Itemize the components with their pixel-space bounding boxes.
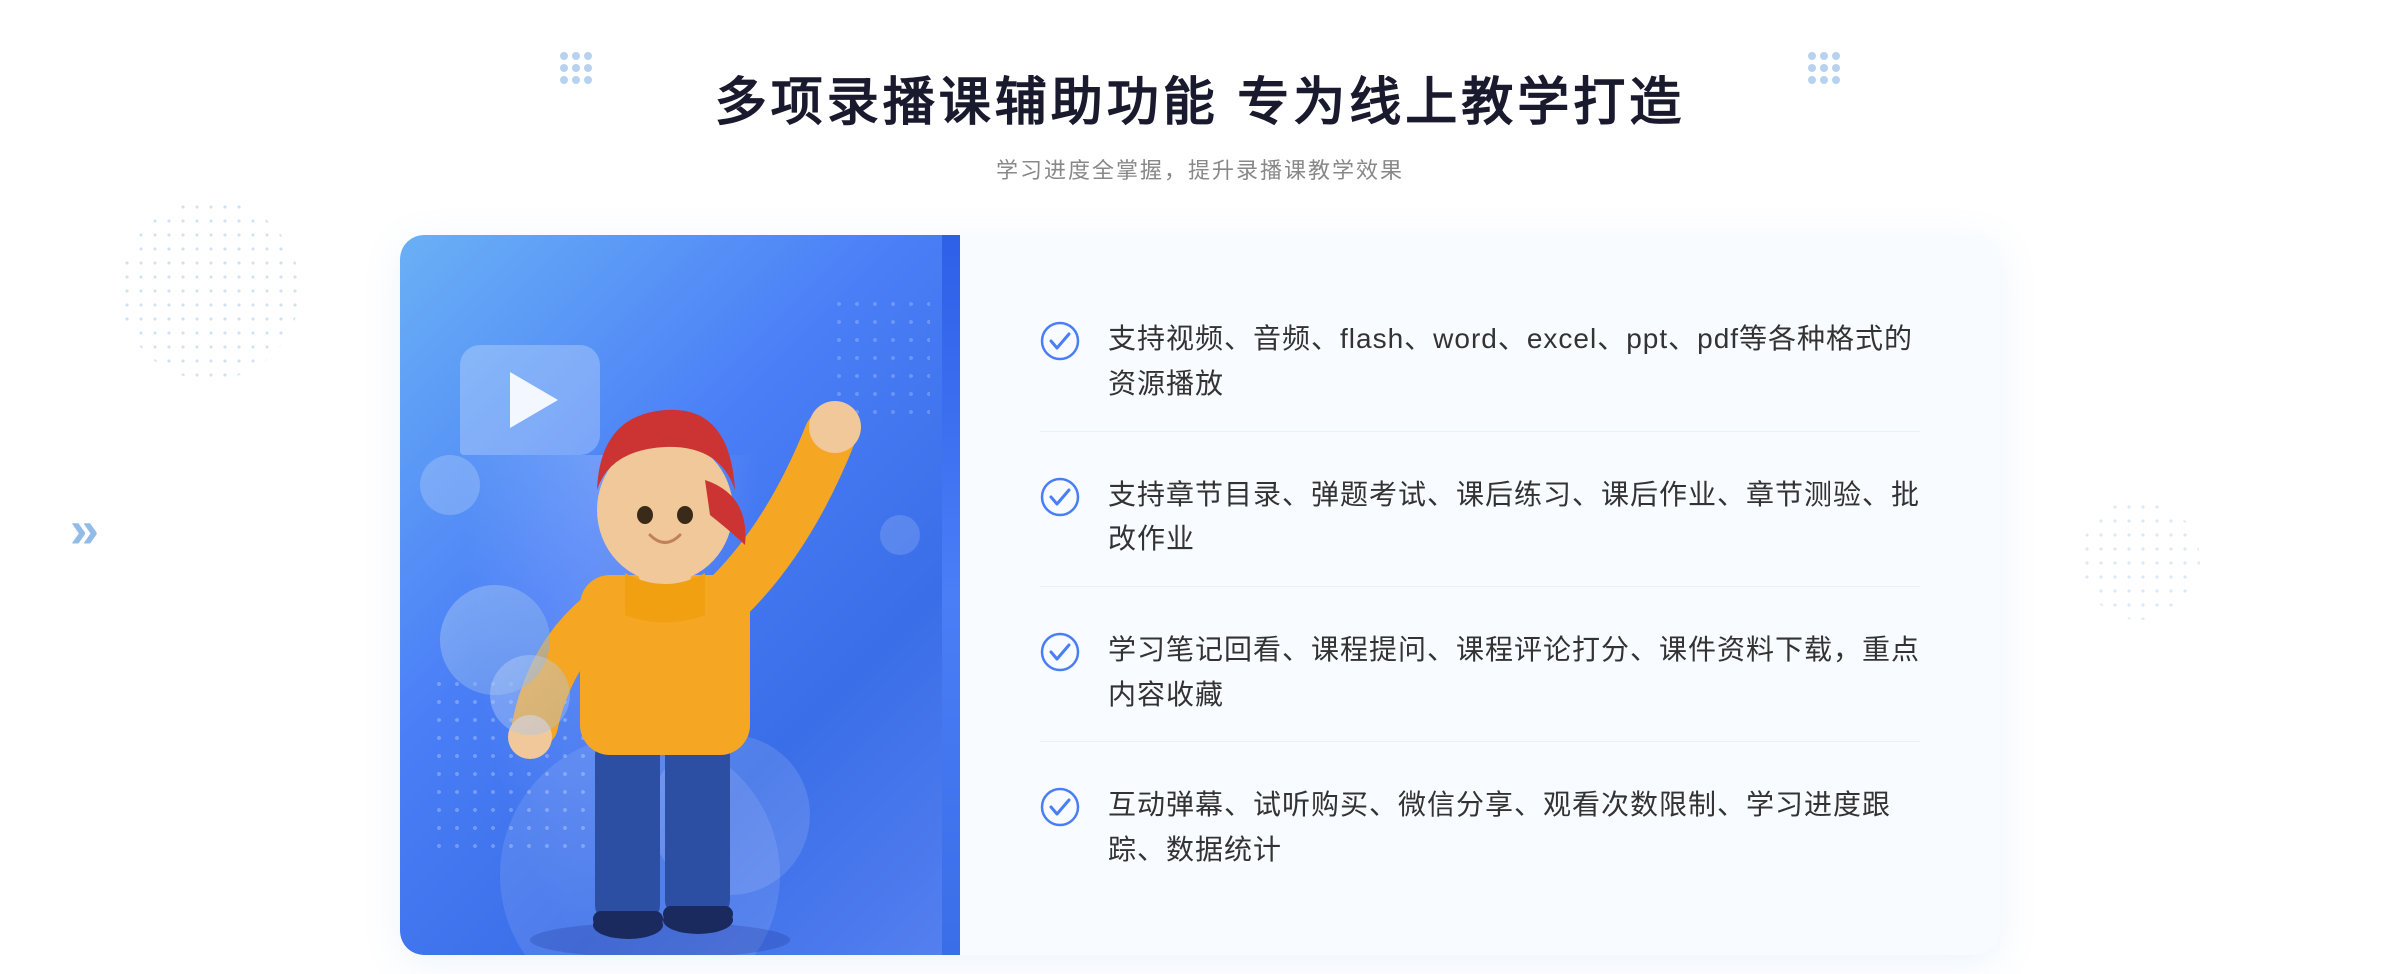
header-section: 多项录播课辅助功能 专为线上教学打造 学习进度全掌握，提升录播课教学效果 [715,60,1685,185]
page-sub-title: 学习进度全掌握，提升录播课教学效果 [715,153,1685,185]
panel-accent-bar [942,235,960,955]
page-main-title: 多项录播课辅助功能 专为线上教学打造 [715,60,1685,135]
feature-item-4: 互动弹幕、试听购买、微信分享、观看次数限制、学习进度跟踪、数据统计 [1040,759,1920,897]
feature-item-2: 支持章节目录、弹题考试、课后练习、课后作业、章节测验、批改作业 [1040,449,1920,588]
content-card: 支持视频、音频、flash、word、excel、ppt、pdf等各种格式的资源… [400,235,2000,955]
feature-text-2: 支持章节目录、弹题考试、课后练习、课后作业、章节测验、批改作业 [1108,473,1920,563]
check-icon-1 [1040,321,1080,361]
small-circle-2 [880,515,920,555]
chevron-left-decoration: » [70,500,99,560]
feature-text-4: 互动弹幕、试听购买、微信分享、观看次数限制、学习进度跟踪、数据统计 [1108,783,1920,873]
feature-item-3: 学习笔记回看、课程提问、课程评论打分、课件资料下载，重点内容收藏 [1040,604,1920,743]
check-icon-4 [1040,787,1080,827]
left-illustration-panel [400,235,960,955]
bg-dots-right [2080,500,2200,620]
page-container: » 多项录播课辅助功能 专为线上教学打造 学习进度全掌握，提升录播课教学效果 [0,0,2400,974]
feature-text-1: 支持视频、音频、flash、word、excel、ppt、pdf等各种格式的资源… [1108,317,1920,407]
feature-item-1: 支持视频、音频、flash、word、excel、ppt、pdf等各种格式的资源… [1040,293,1920,432]
header-dots-left [560,52,592,84]
header-dots-right [1808,52,1840,84]
check-icon-2 [1040,477,1080,517]
left-deco-circle-2 [490,655,570,735]
right-features-panel: 支持视频、音频、flash、word、excel、ppt、pdf等各种格式的资源… [960,235,2000,955]
feature-text-3: 学习笔记回看、课程提问、课程评论打分、课件资料下载，重点内容收藏 [1108,628,1920,718]
check-icon-3 [1040,632,1080,672]
bg-dots-left [120,200,300,380]
